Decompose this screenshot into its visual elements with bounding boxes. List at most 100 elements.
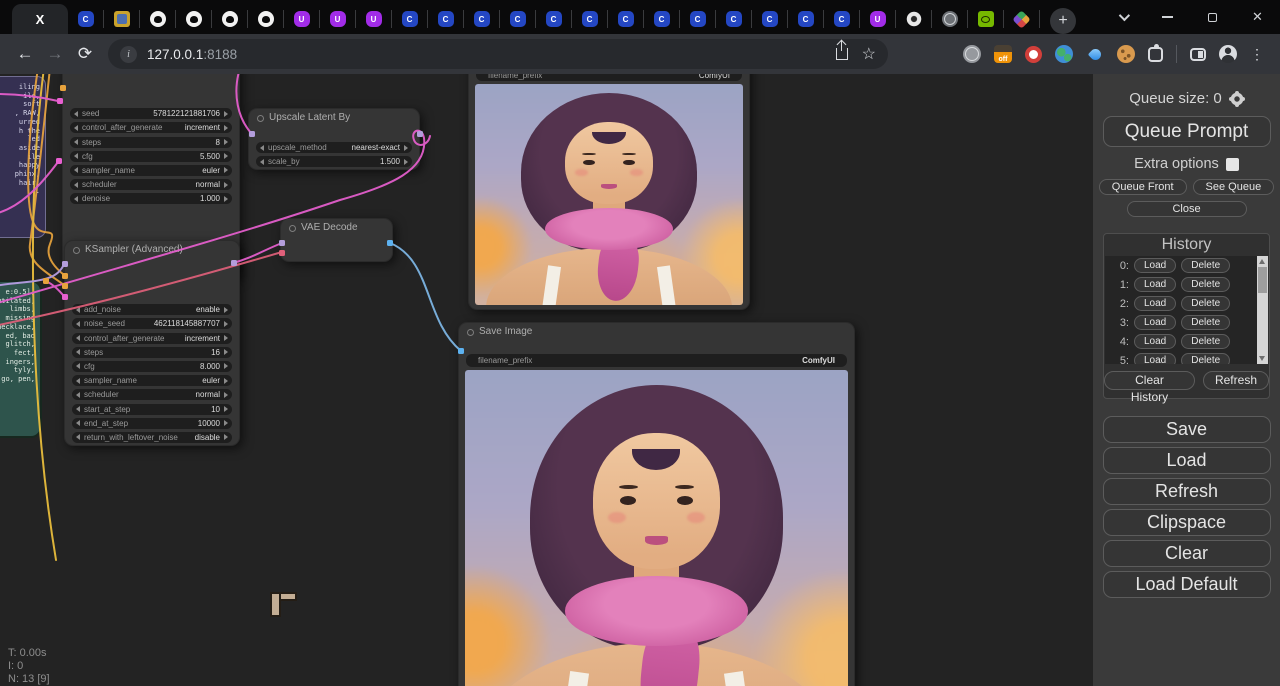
history-load-button[interactable]: Load	[1134, 296, 1176, 311]
history-delete-button[interactable]: Delete	[1181, 353, 1230, 364]
history-refresh-button[interactable]: Refresh	[1203, 371, 1269, 390]
vae-output-slot[interactable]	[387, 240, 393, 246]
ksa-input-slot[interactable]	[62, 273, 68, 279]
decrement-arrow-icon[interactable]	[76, 349, 80, 355]
increment-arrow-icon[interactable]	[224, 167, 228, 173]
vae-decode-node[interactable]: VAE Decode	[280, 218, 393, 262]
upscale-input-slot[interactable]	[249, 131, 255, 137]
history-load-button[interactable]: Load	[1134, 315, 1176, 330]
node-title[interactable]: Upscale Latent By	[249, 109, 419, 127]
decrement-arrow-icon[interactable]	[74, 182, 78, 188]
history-delete-button[interactable]: Delete	[1181, 258, 1230, 273]
settings-gear-icon[interactable]	[1230, 92, 1244, 106]
widget-row[interactable]: scheduler normal	[70, 179, 232, 190]
browser-tab[interactable]	[788, 10, 824, 28]
browser-tab[interactable]	[500, 10, 536, 28]
globe-extension-icon[interactable]	[963, 45, 981, 63]
browser-tab[interactable]	[1004, 10, 1040, 28]
bookmark-star-icon[interactable]: ☆	[862, 44, 876, 64]
close-window-button[interactable]: ✕	[1235, 0, 1280, 34]
negative-prompt-node[interactable]: e:0.5],utilated,limbs,missingnecklace,ed…	[0, 280, 42, 438]
new-tab-button[interactable]: +	[1050, 8, 1076, 34]
red-o-extension-icon[interactable]	[1025, 46, 1042, 63]
widget-row[interactable]: add_noise enable	[72, 304, 232, 315]
increment-arrow-icon[interactable]	[224, 378, 228, 384]
widget-row[interactable]: noise_seed 462118145887707	[72, 318, 232, 329]
history-load-button[interactable]: Load	[1134, 258, 1176, 273]
history-delete-button[interactable]: Delete	[1181, 334, 1230, 349]
positive-prompt-node[interactable]: ilingile,soft, RAW,urredh theledasideile…	[0, 76, 46, 238]
increment-arrow-icon[interactable]	[224, 406, 228, 412]
history-load-button[interactable]: Load	[1134, 353, 1176, 364]
decrement-arrow-icon[interactable]	[76, 406, 80, 412]
filename-prefix-widget[interactable]: filename_prefix ComfyUI	[476, 74, 742, 81]
increment-arrow-icon[interactable]	[404, 159, 408, 165]
widget-row[interactable]: end_at_step 10000	[72, 418, 232, 429]
node-title[interactable]: Save Image	[459, 323, 854, 341]
back-button[interactable]: ←	[10, 39, 40, 69]
widget-row[interactable]: scheduler normal	[72, 389, 232, 400]
decrement-arrow-icon[interactable]	[76, 335, 80, 341]
profile-avatar-icon[interactable]	[1219, 45, 1237, 63]
browser-tab[interactable]	[464, 10, 500, 28]
slot-dot-pink[interactable]	[57, 98, 63, 104]
extensions-puzzle-icon[interactable]	[1148, 47, 1163, 62]
browser-tab[interactable]	[968, 10, 1004, 28]
browser-tab[interactable]	[896, 10, 932, 28]
browser-tab[interactable]	[644, 10, 680, 28]
off-badge-extension-icon[interactable]	[994, 45, 1012, 63]
decrement-arrow-icon[interactable]	[76, 378, 80, 384]
ksa-input-slot[interactable]	[62, 294, 68, 300]
widget-row[interactable]: denoise 1.000	[70, 193, 232, 204]
menu-button[interactable]: Clear	[1103, 540, 1271, 567]
close-button[interactable]: Close	[1127, 201, 1247, 217]
forward-button[interactable]: →	[40, 39, 70, 69]
history-delete-button[interactable]: Delete	[1181, 277, 1230, 292]
active-tab[interactable]: X	[12, 4, 68, 34]
history-delete-button[interactable]: Delete	[1181, 315, 1230, 330]
browser-tab[interactable]	[860, 10, 896, 28]
decrement-arrow-icon[interactable]	[76, 434, 80, 440]
widget-row[interactable]: scale_by 1.500	[256, 156, 412, 167]
share-icon[interactable]	[836, 48, 848, 60]
decrement-arrow-icon[interactable]	[76, 420, 80, 426]
node-title[interactable]: KSampler (Advanced)	[65, 241, 239, 259]
history-load-button[interactable]: Load	[1134, 277, 1176, 292]
browser-menu-icon[interactable]: ⋮	[1250, 51, 1264, 57]
browser-tab[interactable]	[320, 10, 356, 28]
widget-row[interactable]: control_after_generate increment	[70, 122, 232, 133]
scroll-down-icon[interactable]	[1259, 356, 1265, 361]
browser-tab[interactable]	[176, 10, 212, 28]
browser-tab[interactable]	[752, 10, 788, 28]
decrement-arrow-icon[interactable]	[74, 139, 78, 145]
browser-tab[interactable]	[536, 10, 572, 28]
widget-row[interactable]: control_after_generate increment	[72, 333, 232, 344]
menu-button[interactable]: Clipspace	[1103, 509, 1271, 536]
browser-tab[interactable]	[356, 10, 392, 28]
increment-arrow-icon[interactable]	[224, 434, 228, 440]
vae-samples-input-slot[interactable]	[279, 240, 285, 246]
browser-tab[interactable]	[392, 10, 428, 28]
slot-dot-orange[interactable]	[43, 278, 49, 284]
upscale-output-slot[interactable]	[417, 131, 423, 137]
widget-row[interactable]: seed 578122121881706	[70, 108, 232, 119]
browser-tab[interactable]	[608, 10, 644, 28]
increment-arrow-icon[interactable]	[224, 182, 228, 188]
increment-arrow-icon[interactable]	[224, 111, 228, 117]
slot-dot-pink[interactable]	[56, 158, 62, 164]
decrement-arrow-icon[interactable]	[260, 159, 264, 165]
increment-arrow-icon[interactable]	[224, 349, 228, 355]
increment-arrow-icon[interactable]	[224, 196, 228, 202]
slot-dot-orange[interactable]	[60, 85, 66, 91]
decrement-arrow-icon[interactable]	[74, 153, 78, 159]
site-info-icon[interactable]: i	[120, 46, 137, 63]
save-image-node-top[interactable]: filename_prefix ComfyUI	[468, 74, 750, 310]
browser-tab[interactable]	[824, 10, 860, 28]
widget-row[interactable]: return_with_leftover_noise disable	[72, 432, 232, 443]
see-queue-button[interactable]: See Queue	[1193, 179, 1275, 195]
vae-input-slot[interactable]	[279, 250, 285, 256]
decrement-arrow-icon[interactable]	[74, 167, 78, 173]
widget-row[interactable]: cfg 8.000	[72, 361, 232, 372]
history-delete-button[interactable]: Delete	[1181, 296, 1230, 311]
widget-row[interactable]: sampler_name euler	[72, 375, 232, 386]
